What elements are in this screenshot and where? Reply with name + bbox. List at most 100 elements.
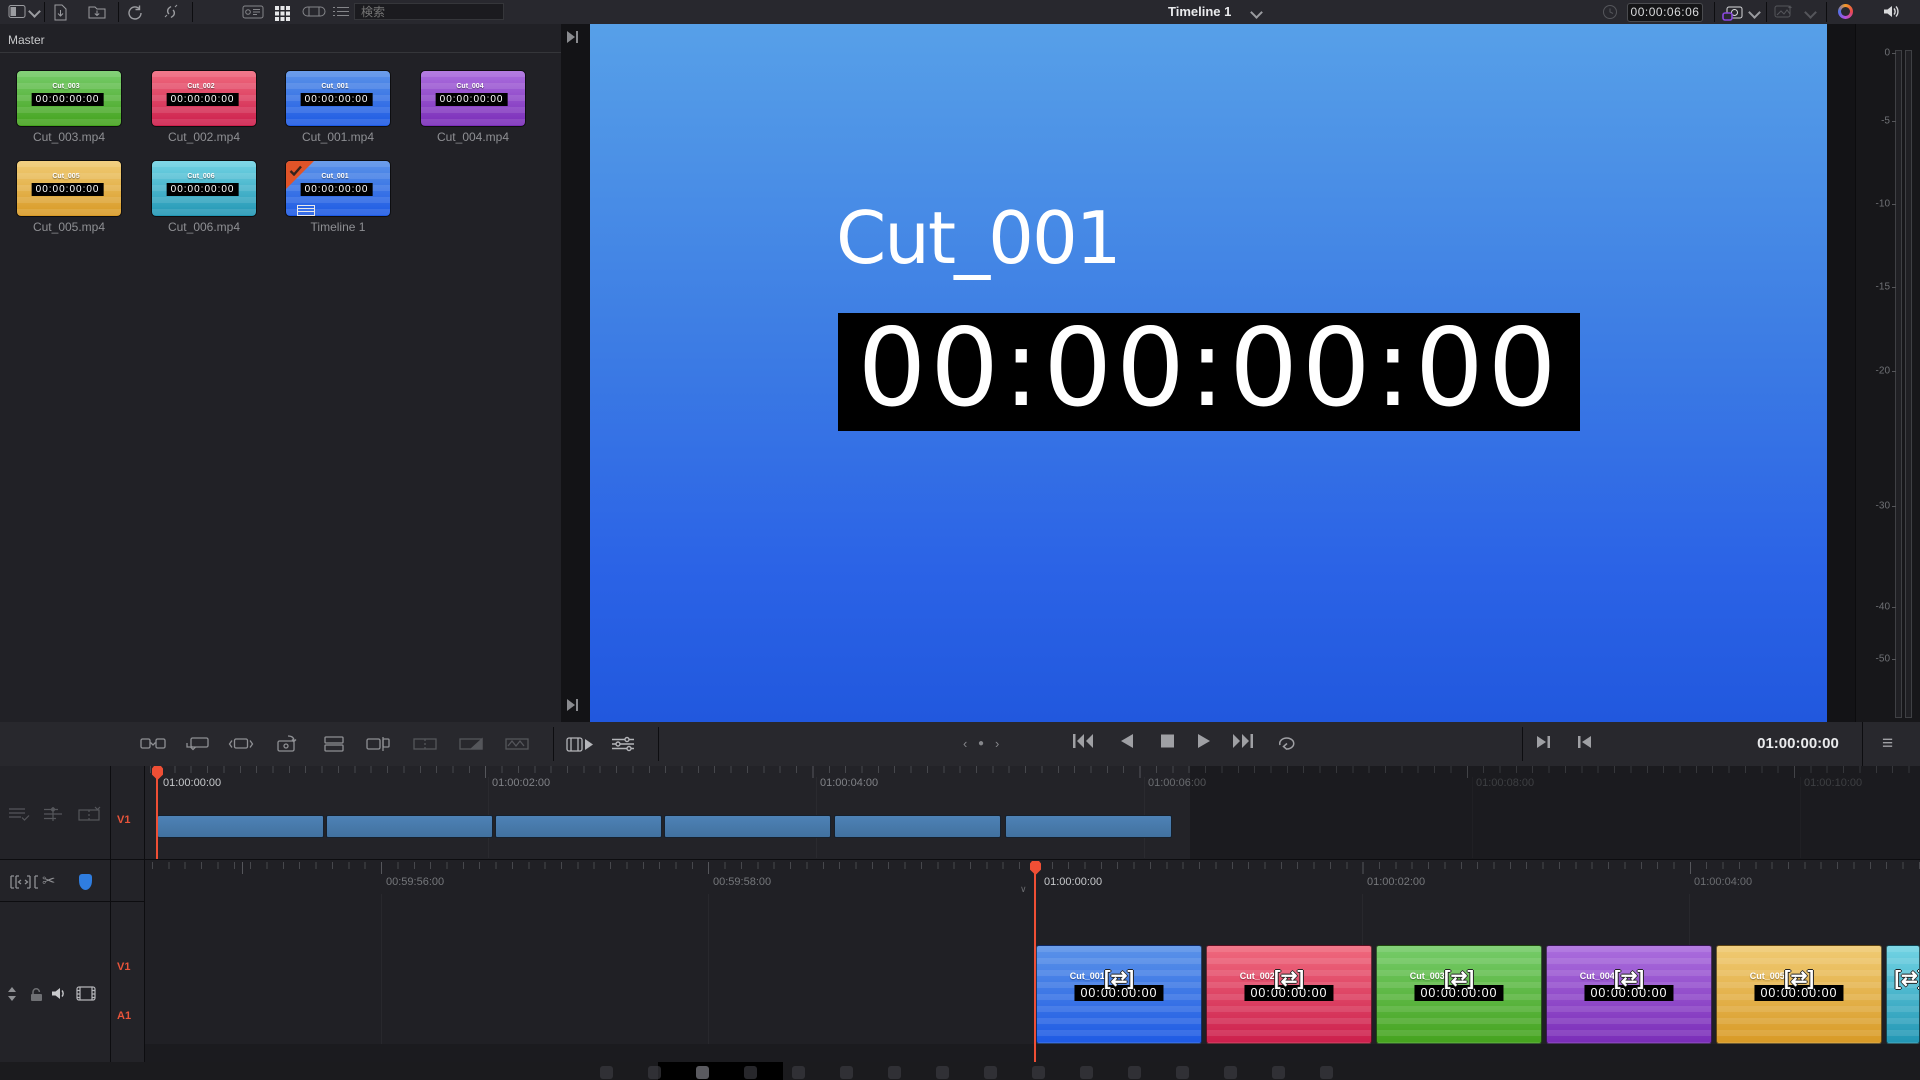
timeline-clip-cut006-partial[interactable]: [⇄] — [1886, 945, 1920, 1044]
jog-left-icon[interactable]: ‹ — [963, 736, 967, 751]
source-timecode[interactable]: 00:00:06:06 — [1627, 3, 1703, 22]
taskbar-app-icon[interactable] — [1176, 1066, 1189, 1079]
track-height-icon[interactable] — [4, 986, 20, 1002]
in-marker-flag-icon[interactable] — [566, 30, 579, 44]
loop-button[interactable] — [1276, 733, 1298, 750]
filmstrip-view-icon[interactable] — [302, 4, 326, 19]
playhead[interactable] — [1034, 861, 1036, 1062]
transition-button[interactable] — [412, 735, 438, 753]
camera-chevron-down-icon[interactable] — [1748, 6, 1761, 19]
play-button[interactable] — [1197, 733, 1211, 749]
timeline-overview-clip[interactable] — [1005, 815, 1172, 838]
timeline-clip-cut004[interactable]: Cut_004 00:00:00:00 [⇄] — [1546, 945, 1712, 1044]
clip-name: Cut_002 — [1240, 971, 1275, 981]
taskbar-app-icon[interactable] — [792, 1066, 805, 1079]
jog-dot-icon[interactable]: ● — [978, 738, 984, 749]
speaker-icon[interactable] — [1882, 3, 1900, 20]
swap-button[interactable] — [364, 735, 390, 753]
stop-button[interactable] — [1160, 733, 1174, 749]
dip-transition-button[interactable] — [458, 735, 484, 753]
taskbar-app-icon[interactable] — [648, 1066, 661, 1079]
go-to-start-button[interactable] — [1072, 733, 1094, 749]
razor-button[interactable]: ✂ — [42, 871, 55, 891]
taskbar-app-icon[interactable] — [1320, 1066, 1333, 1079]
smooth-cut-button[interactable] — [504, 735, 530, 753]
timeline-overview-clip[interactable] — [495, 815, 662, 838]
smart-insert-button[interactable] — [140, 735, 166, 753]
place-on-top-button[interactable] — [274, 735, 300, 753]
timeline-clip-cut001[interactable]: Cut_001 00:00:00:00 [⇄] — [1036, 945, 1202, 1044]
taskbar-app-icon[interactable] — [888, 1066, 901, 1079]
mute-track-icon[interactable] — [50, 985, 68, 1002]
trim-mode-button[interactable] — [8, 873, 38, 891]
taskbar-app-icon[interactable] — [696, 1066, 709, 1079]
media-clip-cut004[interactable]: Cut_004 00:00:00:00 — [420, 70, 526, 127]
audio-track-label[interactable]: A1 — [117, 1010, 131, 1022]
video-track-label[interactable]: V1 — [117, 814, 130, 826]
tools-button[interactable] — [610, 735, 636, 753]
timeline-selector[interactable]: Timeline 1 — [1168, 4, 1231, 19]
taskbar-app-icon[interactable] — [1224, 1066, 1237, 1079]
unlink-icon[interactable] — [162, 4, 180, 20]
taskbar-app-icon[interactable] — [600, 1066, 613, 1079]
timeline-selector-chevron-icon[interactable] — [1250, 6, 1263, 19]
source-tape-button[interactable] — [566, 735, 594, 754]
media-clip-cut006[interactable]: Cut_006 00:00:00:00 — [151, 160, 257, 217]
taskbar-app-icon[interactable] — [984, 1066, 997, 1079]
separator — [110, 860, 111, 1062]
filmstrip-marker-icon[interactable] — [78, 806, 102, 822]
lock-track-icon[interactable] — [28, 986, 44, 1002]
timeline-overview-clip[interactable] — [326, 815, 493, 838]
timeline-overview-clip[interactable] — [834, 815, 1001, 838]
search-input[interactable] — [354, 3, 504, 20]
import-folder-icon[interactable] — [88, 4, 106, 20]
list-view-icon[interactable] — [332, 4, 350, 19]
card-view-icon[interactable] — [242, 4, 264, 20]
magic-enhance-icon[interactable] — [1838, 4, 1853, 19]
jog-right-icon[interactable]: › — [995, 736, 999, 751]
clip-filename: Timeline 1 — [285, 220, 391, 234]
taskbar-app-icon[interactable] — [744, 1066, 757, 1079]
separator — [1766, 2, 1767, 22]
sync-icon[interactable] — [126, 4, 143, 20]
playhead[interactable] — [156, 766, 158, 859]
play-reverse-button[interactable] — [1120, 733, 1134, 749]
media-clip-cut005[interactable]: Cut_005 00:00:00:00 — [16, 160, 122, 217]
taskbar-app-icon[interactable] — [840, 1066, 853, 1079]
media-clip-cut002[interactable]: Cut_002 00:00:00:00 — [151, 70, 257, 127]
media-clip-timeline1[interactable]: Cut_001 00:00:00:00 — [285, 160, 391, 217]
panel-chevron-down-icon[interactable] — [28, 5, 41, 18]
separator — [192, 2, 193, 22]
ripple-overwrite-button[interactable] — [228, 735, 254, 753]
timeline-clip-cut005[interactable]: Cut_005 00:00:00:00 [⇄] — [1716, 945, 1882, 1044]
taskbar-app-icon[interactable] — [936, 1066, 949, 1079]
play-around-out-button[interactable] — [1576, 735, 1592, 749]
taskbar-app-icon[interactable] — [1080, 1066, 1093, 1079]
video-track-label[interactable]: V1 — [117, 961, 130, 973]
panel-toggle-icon[interactable] — [8, 4, 26, 19]
media-clip-cut003[interactable]: Cut_003 00:00:00:00 — [16, 70, 122, 127]
separator — [0, 52, 561, 53]
clip-filename: Cut_001.mp4 — [285, 130, 391, 144]
track-pins-icon[interactable] — [42, 806, 64, 822]
taskbar-app-icon[interactable] — [1272, 1066, 1285, 1079]
out-marker-flag-icon[interactable] — [566, 698, 579, 712]
timeline-overview-clip[interactable] — [664, 815, 831, 838]
timeline-options-menu[interactable]: ≡ — [1882, 733, 1893, 755]
timeline-overview-clip[interactable] — [157, 815, 324, 838]
play-around-in-button[interactable] — [1536, 735, 1552, 749]
append-button[interactable] — [185, 735, 211, 753]
clip-view-options-icon[interactable] — [76, 986, 96, 1001]
camera-import-icon[interactable] — [1722, 4, 1744, 21]
go-to-end-button[interactable] — [1232, 733, 1254, 749]
timeline-clip-cut003[interactable]: Cut_003 00:00:00:00 [⇄] — [1376, 945, 1542, 1044]
grid-view-icon[interactable] — [274, 4, 291, 21]
taskbar-app-icon[interactable] — [1032, 1066, 1045, 1079]
taskbar-app-icon[interactable] — [1128, 1066, 1141, 1079]
snapping-shield-button[interactable] — [79, 874, 92, 890]
insert-button[interactable] — [321, 735, 347, 753]
timeline-clip-cut002[interactable]: Cut_002 00:00:00:00 [⇄] — [1206, 945, 1372, 1044]
import-media-icon[interactable] — [52, 4, 69, 21]
timeline-list-icon[interactable] — [8, 806, 32, 822]
media-clip-cut001[interactable]: Cut_001 00:00:00:00 — [285, 70, 391, 127]
